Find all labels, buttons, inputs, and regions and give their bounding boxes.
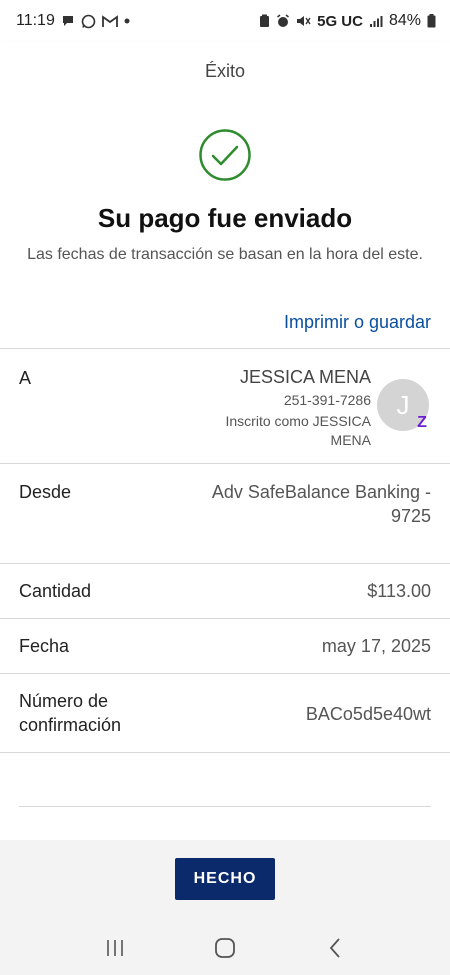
confirmation-number: BACo5d5e40wt: [305, 704, 431, 724]
dot-icon: [124, 18, 130, 24]
system-nav-bar: [0, 920, 450, 975]
back-icon[interactable]: [315, 928, 355, 968]
zelle-badge-icon: Z: [417, 414, 427, 431]
amount-value: $113.00: [367, 581, 431, 601]
recents-icon[interactable]: [95, 928, 135, 968]
from-account: Adv SafeBalance Banking - 9725: [211, 482, 431, 526]
battery-percent: 84%: [388, 12, 421, 29]
clipboard-icon: [259, 14, 270, 28]
success-title: Su pago fue enviado: [97, 203, 353, 233]
recipient-name: JESSICA MENA: [239, 367, 371, 387]
date-label: Fecha: [19, 636, 70, 656]
gmail-icon: [101, 14, 118, 28]
app-header: Éxito: [0, 42, 450, 100]
status-right: 5G UC 84%: [259, 12, 436, 30]
home-icon[interactable]: [205, 928, 245, 968]
signal-icon: [369, 15, 383, 28]
network-label: 5G UC: [317, 12, 363, 30]
print-or-save-link[interactable]: Imprimir o guardar: [284, 312, 431, 333]
divider: [19, 806, 431, 807]
battery-icon: [427, 14, 436, 28]
divider: [0, 348, 450, 349]
chat-icon: [61, 14, 75, 28]
mute-icon: [296, 14, 311, 28]
to-label: A: [19, 368, 32, 388]
amount-label: Cantidad: [19, 581, 92, 601]
alarm-icon: [276, 14, 290, 28]
recipient-enrolled-as: Inscrito como JESSICA MENA: [225, 413, 372, 448]
status-time: 11:19: [16, 12, 55, 29]
confirmation-label: Número de confirmación: [19, 691, 122, 735]
avatar-initial: J: [396, 389, 410, 420]
success-check-icon: [198, 128, 252, 182]
recipient-phone: 251-391-7286: [283, 392, 371, 408]
done-button[interactable]: HECHO: [175, 858, 275, 900]
status-bar: 11:19 5G UC 84%: [0, 0, 450, 42]
divider: [0, 618, 450, 619]
status-left: 11:19: [16, 12, 130, 30]
from-label: Desde: [19, 482, 72, 502]
divider: [0, 563, 450, 564]
page-title: Éxito: [204, 60, 246, 81]
whatsapp-icon: [81, 14, 96, 29]
success-hero: Su pago fue enviado Las fechas de transa…: [0, 100, 450, 348]
divider: [0, 673, 450, 674]
timezone-note: Las fechas de transacción se basan en la…: [27, 246, 423, 263]
date-value: may 17, 2025: [321, 636, 431, 656]
divider: [0, 752, 450, 753]
divider: [0, 463, 450, 464]
